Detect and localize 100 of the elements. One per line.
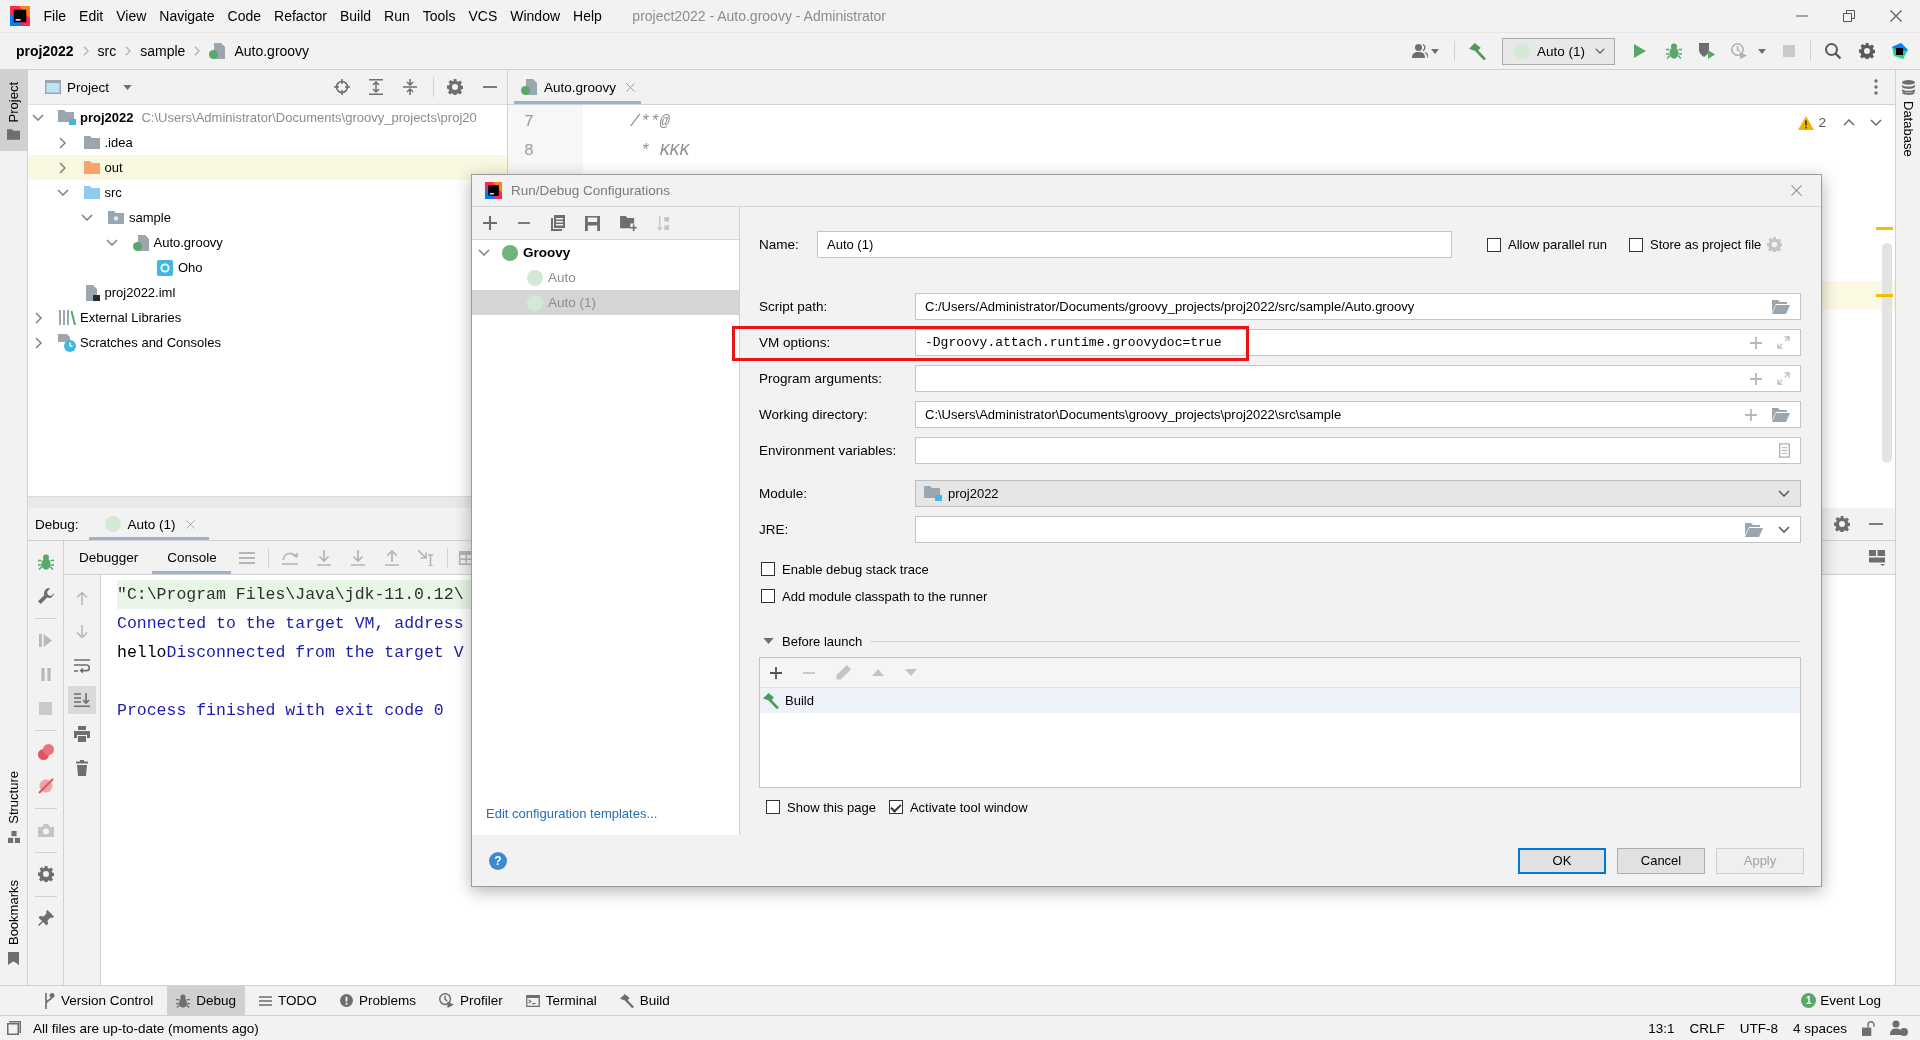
- minus-icon[interactable]: [517, 222, 531, 224]
- config-item[interactable]: Groovy: [472, 240, 739, 265]
- user-icon[interactable]: [1412, 44, 1428, 58]
- chevron-up-icon[interactable]: [1843, 119, 1855, 126]
- chevron-down-icon[interactable]: [105, 239, 118, 246]
- folder-icon[interactable]: [1745, 522, 1763, 537]
- tree-item[interactable]: Auto.groovy: [153, 235, 223, 250]
- chevron-down-icon[interactable]: [32, 114, 44, 121]
- tool-window-button[interactable]: Profiler: [429, 986, 512, 1015]
- menu-item[interactable]: Code: [221, 8, 268, 24]
- run-configuration-dropdown[interactable]: Auto (1): [1502, 37, 1615, 65]
- chevron-right-icon[interactable]: [34, 336, 42, 349]
- settings-icon[interactable]: [1834, 516, 1850, 532]
- tree-item[interactable]: src: [104, 185, 122, 200]
- shield-play-icon[interactable]: [1699, 43, 1715, 59]
- soft-wrap-icon[interactable]: [74, 659, 90, 673]
- breadcrumb[interactable]: proj2022: [16, 43, 74, 59]
- plus-icon[interactable]: [770, 666, 782, 679]
- status-item[interactable]: CRLF: [1689, 1020, 1725, 1036]
- breakpoints-icon[interactable]: [37, 744, 54, 760]
- status-item[interactable]: 4 spaces: [1792, 1020, 1847, 1036]
- chevron-right-icon[interactable]: [59, 161, 66, 174]
- menu-item[interactable]: File: [37, 8, 73, 24]
- folder-icon[interactable]: [1772, 407, 1790, 422]
- tool-window-button[interactable]: Event Log: [1820, 993, 1881, 1008]
- tree-item[interactable]: Oho: [178, 260, 203, 275]
- checkbox[interactable]: [1629, 237, 1643, 252]
- checkbox[interactable]: [766, 800, 780, 814]
- person-settings-icon[interactable]: [1890, 1020, 1908, 1036]
- muted-breakpoints-icon[interactable]: [37, 778, 54, 794]
- tree-item[interactable]: proj2022.iml: [104, 285, 176, 300]
- dialog-button[interactable]: OK: [1518, 847, 1606, 874]
- tool-window-button[interactable]: Terminal: [516, 986, 606, 1015]
- tab[interactable]: Console: [152, 541, 231, 574]
- hammer-icon[interactable]: [1469, 42, 1486, 60]
- caret-icon[interactable]: [1758, 48, 1766, 54]
- tool-window-button[interactable]: Problems: [330, 986, 425, 1015]
- settings-icon[interactable]: [1859, 43, 1875, 59]
- warning-marker[interactable]: [1876, 294, 1893, 297]
- settings-icon[interactable]: [447, 79, 463, 95]
- menu-item[interactable]: Refactor: [267, 8, 334, 24]
- caret-icon[interactable]: [1431, 48, 1439, 54]
- crosshair-icon[interactable]: [334, 79, 350, 95]
- task-item[interactable]: Build: [760, 688, 1800, 713]
- tree-item[interactable]: .idea: [104, 135, 133, 150]
- expand-all-icon[interactable]: [369, 79, 383, 95]
- menu-item[interactable]: VCS: [461, 8, 504, 24]
- tree-item[interactable]: sample: [129, 210, 171, 225]
- layout-icon[interactable]: [1869, 549, 1885, 566]
- tool-window-button[interactable]: TODO: [250, 986, 326, 1015]
- menu-item[interactable]: Run: [377, 8, 417, 24]
- tool-window-button[interactable]: Database: [1896, 70, 1920, 167]
- breadcrumb[interactable]: Auto.groovy: [234, 43, 310, 59]
- input-field[interactable]: [915, 437, 1801, 464]
- menu-item[interactable]: Edit: [72, 8, 110, 24]
- dropdown[interactable]: proj2022: [915, 480, 1801, 507]
- bug-icon[interactable]: [1666, 43, 1682, 59]
- chevron-down-icon[interactable]: [56, 189, 69, 196]
- folder-icon[interactable]: [1772, 299, 1790, 314]
- tool-window-button[interactable]: Bookmarks: [0, 867, 27, 976]
- triangle-down-icon[interactable]: [763, 638, 774, 644]
- input-field[interactable]: C:/Users/Administrator/Documents/groovy_projects/proj2022/src/sample/Auto.groovy: [915, 293, 1801, 320]
- printer-icon[interactable]: [74, 726, 90, 742]
- expand-icon[interactable]: [1777, 372, 1790, 385]
- warning-marker[interactable]: [1876, 227, 1893, 230]
- tree-item[interactable]: proj2022: [80, 110, 134, 125]
- tab[interactable]: Debugger: [64, 541, 153, 574]
- app-icon[interactable]: [1892, 43, 1908, 59]
- trash-icon[interactable]: [76, 760, 88, 776]
- scrollbar[interactable]: [1882, 243, 1892, 463]
- more-icon[interactable]: [1874, 79, 1878, 95]
- tree-item[interactable]: out: [104, 160, 123, 175]
- checkbox[interactable]: [888, 800, 903, 814]
- plus-icon[interactable]: [483, 216, 497, 230]
- dialog-button[interactable]: Cancel: [1617, 847, 1705, 874]
- close-icon[interactable]: [1890, 10, 1902, 22]
- input-field[interactable]: Auto (1): [817, 231, 1452, 258]
- clock-play-icon[interactable]: [1731, 43, 1747, 59]
- input-field[interactable]: C:\Users\Administrator\Documents\groovy_projects\proj2022\src\sample: [915, 401, 1801, 428]
- copy-icon[interactable]: [551, 215, 565, 231]
- wrench-icon[interactable]: [37, 588, 54, 604]
- chevron-down-icon[interactable]: [1870, 119, 1882, 126]
- document-icon[interactable]: [1779, 443, 1790, 458]
- chevron-down-icon[interactable]: [478, 249, 490, 256]
- tool-window-button[interactable]: Version Control: [34, 986, 163, 1015]
- warning-icon[interactable]: [1798, 115, 1815, 130]
- link[interactable]: Edit configuration templates...: [486, 806, 739, 821]
- folder-plus-icon[interactable]: [620, 215, 637, 231]
- save-icon[interactable]: [585, 215, 600, 231]
- tree-item[interactable]: Scratches and Consoles: [80, 335, 221, 350]
- caret-icon[interactable]: [123, 84, 133, 90]
- config-item[interactable]: Auto: [472, 265, 739, 290]
- restore-icon[interactable]: [1843, 10, 1855, 22]
- panel-title[interactable]: Project: [67, 79, 110, 95]
- settings-icon[interactable]: [37, 866, 54, 882]
- chevron-right-icon[interactable]: [59, 136, 66, 149]
- padlock-icon[interactable]: [1862, 1020, 1875, 1036]
- status-item[interactable]: 13:1: [1648, 1020, 1675, 1036]
- session-tab[interactable]: Auto (1): [88, 508, 209, 540]
- warning-count[interactable]: 2: [1818, 115, 1826, 130]
